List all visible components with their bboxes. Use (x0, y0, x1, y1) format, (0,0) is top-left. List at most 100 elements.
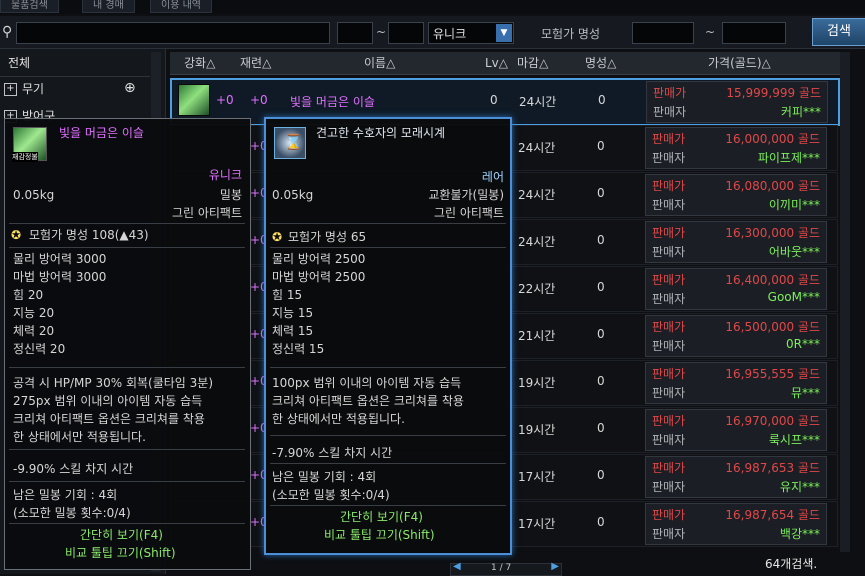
price-label: 판매가 (652, 367, 686, 381)
row-fame: 0 (597, 233, 605, 247)
tooltip-skill-charge: -9.90% 스킬 차지 시간 (13, 462, 134, 476)
seller-label: 판매자 (652, 480, 686, 494)
divider (9, 523, 245, 524)
divider (270, 247, 506, 248)
row-deadline: 19시간 (518, 423, 556, 437)
tab-my-auction[interactable]: 내 경매 (82, 0, 135, 13)
simple-view-hint: 간단히 보기(F4) (80, 528, 163, 542)
option-line: 275px 범위 이내의 아이템 자동 습득 (13, 394, 203, 408)
price-seller-box: 판매가 15,999,999 골드 판매자 커피*** (646, 81, 828, 123)
chevron-down-icon[interactable]: ▼ (496, 24, 512, 42)
header-deadline[interactable]: 마감△ (517, 52, 548, 74)
row-fame: 0 (597, 374, 605, 388)
search-button[interactable]: 검색 (812, 18, 865, 46)
header-name[interactable]: 이름△ (364, 52, 395, 74)
divider (9, 223, 245, 224)
tooltip-rarity: 레어 (481, 170, 504, 184)
price-label: 판매가 (652, 273, 686, 287)
item-tooltip-hourglass: ⌛ 견고한 수호자의 모래시계 레어 0.05kg 교환불가(밀봉) 그린 아티… (264, 117, 512, 555)
fame-max-input[interactable] (722, 22, 786, 44)
compare-off-hint: 비교 툴팁 끄기(Shift) (324, 528, 435, 542)
price-seller-box: 판매가 16,970,000 골드 판매자 룩시프*** (645, 409, 827, 451)
tooltip-category: 그린 아티팩트 (433, 206, 504, 220)
stat-line: 힘 20 (13, 288, 44, 302)
row-fame: 0 (597, 515, 605, 529)
price-seller-box: 판매가 16,080,000 골드 판매자 이끼미*** (645, 174, 827, 216)
row-fame: 0 (597, 468, 605, 482)
row-fame: 0 (597, 327, 605, 341)
price-seller-box: 판매가 16,955,555 골드 판매자 뮤*** (645, 362, 827, 404)
row-seller: 파이프제*** (757, 151, 820, 165)
row-price: 16,300,000 골드 (725, 226, 820, 240)
row-lv: 0 (490, 93, 498, 107)
rarity-select[interactable]: 유니크 ▼ (428, 22, 514, 44)
row-refine: +0 (250, 93, 268, 107)
seller-label: 판매자 (652, 198, 686, 212)
fame-min-input[interactable] (632, 22, 694, 44)
row-deadline: 21시간 (518, 329, 556, 343)
fame-label: 모험가 명성 (541, 27, 601, 41)
expand-icon[interactable]: + (4, 83, 17, 96)
header-refine[interactable]: 재련△ (240, 52, 271, 74)
tooltip-seal-used: (소모한 밀봉 횟수:0/4) (272, 488, 390, 502)
search-input[interactable] (16, 22, 330, 44)
zoom-in-icon[interactable]: ⊕ (124, 80, 136, 96)
prev-page-icon[interactable]: ◀ (453, 561, 461, 572)
stat-line: 지능 15 (272, 306, 314, 320)
rarity-select-value: 유니크 (433, 27, 467, 41)
tooltip-fame: 모험가 명성 65 (288, 230, 367, 244)
price-seller-box: 판매가 16,300,000 골드 판매자 어바웃*** (645, 221, 827, 263)
header-price[interactable]: 가격(골드)△ (708, 52, 771, 74)
row-seller: GooM*** (767, 290, 820, 304)
hourglass-glyph: ⌛ (284, 133, 303, 151)
stat-line: 정신력 20 (13, 342, 66, 356)
price-label: 판매가 (652, 414, 686, 428)
divider (9, 367, 245, 368)
stat-line: 마법 방어력 3000 (13, 270, 107, 284)
table-header: 강화△ 재련△ 이름△ Lv△ 마감△ 명성△ 가격(골드)△ (170, 52, 840, 75)
tooltip-item-name: 견고한 수호자의 모래시계 (316, 126, 446, 140)
row-enhance: +0 (216, 93, 234, 107)
sidebar-item-weapon[interactable]: 무기 (22, 77, 172, 101)
price-seller-box: 판매가 16,500,000 골드 판매자 0R*** (645, 315, 827, 357)
row-price: 16,500,000 골드 (725, 320, 820, 334)
seller-label: 판매자 (652, 292, 686, 306)
stat-line: 힘 15 (272, 288, 303, 302)
row-deadline: 24시간 (518, 235, 556, 249)
row-item-name: 빛을 머금은 이슬 (290, 95, 375, 109)
price-seller-box: 판매가 16,987,653 골드 판매자 유지*** (645, 456, 827, 498)
tab-history[interactable]: 이용 내역 (150, 0, 212, 13)
next-page-icon[interactable]: ▶ (551, 561, 559, 572)
stat-line: 물리 방어력 3000 (13, 252, 107, 266)
header-fame[interactable]: 명성△ (585, 52, 616, 74)
price-label: 판매가 (652, 508, 686, 522)
compare-off-hint: 비교 툴팁 끄기(Shift) (65, 546, 176, 560)
row-fame: 0 (597, 186, 605, 200)
row-seller: 유지*** (779, 480, 820, 494)
sidebar-item-all[interactable]: 전체 (8, 51, 158, 75)
item-icon (178, 84, 210, 116)
divider (270, 505, 506, 506)
seller-label: 판매자 (652, 245, 686, 259)
price-label: 판매가 (652, 132, 686, 146)
row-deadline: 24시간 (519, 95, 557, 109)
table-scrollbar[interactable] (840, 52, 850, 552)
row-price: 16,987,654 골드 (725, 508, 820, 522)
level-min-input[interactable] (337, 22, 373, 44)
tooltip-rarity: 유니크 (208, 168, 242, 182)
divider (9, 481, 245, 482)
fame-icon: ✪ (11, 228, 22, 242)
row-seller: 0R*** (786, 337, 820, 351)
price-label: 판매가 (652, 179, 686, 193)
level-max-input[interactable] (388, 22, 424, 44)
divider (9, 247, 245, 248)
row-seller: 이끼미*** (768, 198, 820, 212)
seller-label: 판매자 (652, 527, 686, 541)
divider (270, 435, 506, 436)
row-price: 16,400,000 골드 (725, 273, 820, 287)
tab-item-search[interactable]: 물품검색 (0, 0, 59, 13)
header-enhance[interactable]: 강화△ (184, 52, 215, 74)
simple-view-hint: 간단히 보기(F4) (340, 510, 423, 524)
header-lv[interactable]: Lv△ (485, 52, 508, 74)
row-deadline: 19시간 (518, 376, 556, 390)
